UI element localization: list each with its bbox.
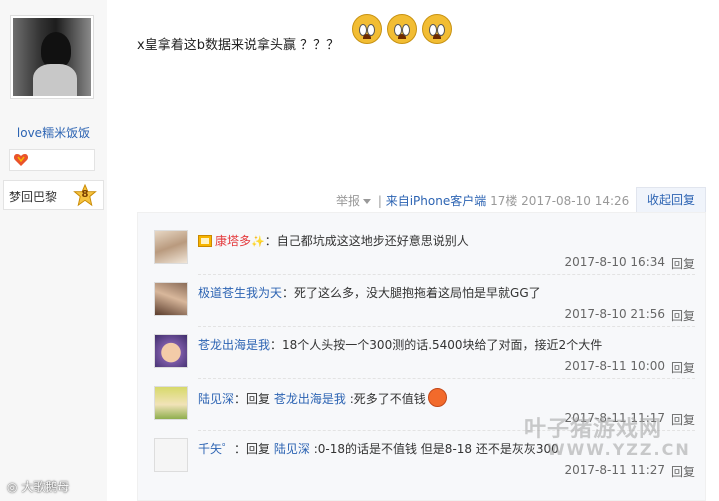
list-item: 苍龙出海是我：18个人头按一个300测的话.5400块给了对面，接近2个大件 2… bbox=[138, 329, 705, 379]
watermark-left: ◎ 大歌鹅母 bbox=[7, 478, 69, 495]
reply-username[interactable]: 康塔多 bbox=[215, 234, 251, 248]
emoji-row bbox=[352, 14, 453, 46]
reply-button[interactable]: 回复 bbox=[671, 359, 695, 376]
post-content: x皇拿着这b数据来说拿头赢 ？？？ bbox=[137, 38, 340, 53]
reply-content: :死多了不值钱 bbox=[349, 392, 426, 406]
reply-button[interactable]: 回复 bbox=[671, 255, 695, 272]
reply-avatar[interactable] bbox=[154, 230, 188, 264]
list-item: 康塔多✨：自己都坑成这这地步还好意思说别人 2017-8-10 16:34 回复 bbox=[138, 225, 705, 275]
heart-medal-icon bbox=[13, 154, 29, 166]
reply-content: 18个人头按一个300测的话.5400块给了对面，接近2个大件 bbox=[282, 338, 603, 352]
crying-face-icon bbox=[386, 14, 417, 44]
reply-time: 2017-8-11 10:00 bbox=[564, 359, 666, 373]
reply-content: 死了这么多，没大腿抱拖着这局怕是早就GG了 bbox=[294, 286, 541, 300]
reply-button[interactable]: 回复 bbox=[671, 307, 695, 324]
reply-text: 苍龙出海是我：18个人头按一个300测的话.5400块给了对面，接近2个大件 bbox=[198, 338, 603, 352]
author-username[interactable]: love糯米饭饭 bbox=[0, 124, 107, 141]
author-avatar[interactable] bbox=[10, 15, 94, 99]
reply-button[interactable]: 回复 bbox=[671, 463, 695, 480]
reply-text: 千矢゜：回复 陆见深 :0-18的话是不值钱 但是8-18 还不是灰灰300 bbox=[198, 442, 559, 456]
divider bbox=[198, 326, 695, 327]
reply-username[interactable]: 苍龙出海是我 bbox=[198, 338, 270, 352]
reply-content: :0-18的话是不值钱 但是8-18 还不是灰灰300 bbox=[313, 442, 559, 456]
collapse-replies-button[interactable]: 收起回复 bbox=[636, 187, 706, 213]
list-item: 极道苍生我为天：死了这么多，没大腿抱拖着这局怕是早就GG了 2017-8-10 … bbox=[138, 277, 705, 327]
reply-avatar[interactable] bbox=[154, 386, 188, 420]
reply-avatar[interactable] bbox=[154, 334, 188, 368]
emoji-icon bbox=[427, 388, 447, 407]
watermark-left-text: 大歌鹅母 bbox=[21, 480, 70, 494]
post-timestamp: 2017-08-10 14:26 bbox=[521, 194, 630, 208]
reply-username[interactable]: 千矢゜ bbox=[198, 442, 234, 456]
reply-button[interactable]: 回复 bbox=[671, 411, 695, 428]
reply-avatar[interactable] bbox=[154, 282, 188, 316]
reply-avatar[interactable] bbox=[154, 438, 188, 472]
reply-time: 2017-8-10 21:56 bbox=[564, 307, 666, 321]
meta-separator: | bbox=[377, 194, 382, 208]
watermark-url: WWW.YZZ.CN bbox=[547, 440, 691, 459]
reply-username[interactable]: 极道苍生我为天 bbox=[198, 286, 282, 300]
reply-text: 康塔多✨：自己都坑成这这地步还好意思说别人 bbox=[198, 232, 469, 249]
reply-content: 自己都坑成这这地步还好意思说别人 bbox=[276, 234, 469, 248]
post-meta-bar: 举报 | 来自iPhone客户端 17楼 2017-08-10 14:26 bbox=[336, 192, 629, 209]
camera-icon: ◎ bbox=[7, 480, 18, 494]
divider bbox=[198, 274, 695, 275]
reply-text: 极道苍生我为天：死了这么多，没大腿抱拖着这局怕是早就GG了 bbox=[198, 286, 541, 300]
divider bbox=[198, 378, 695, 379]
dropdown-arrow-icon[interactable] bbox=[363, 199, 372, 204]
vip-badge-icon bbox=[198, 235, 212, 247]
floor-number: 17楼 bbox=[490, 194, 518, 208]
reply-target-username[interactable]: 陆见深 bbox=[274, 442, 310, 456]
report-link[interactable]: 举报 bbox=[336, 194, 360, 208]
author-column: love糯米饭饭 梦回巴黎 8 ◎ 大歌鹅母 bbox=[0, 0, 107, 501]
watermark-right: 叶子猪游戏网 bbox=[524, 417, 663, 442]
author-medal-box bbox=[9, 149, 95, 171]
badge-label: 梦回巴黎 bbox=[9, 190, 58, 204]
member-badge[interactable]: 梦回巴黎 8 bbox=[3, 180, 104, 210]
client-source[interactable]: 来自iPhone客户端 bbox=[386, 194, 487, 208]
reply-target-username[interactable]: 苍龙出海是我 bbox=[274, 392, 346, 406]
reply-time: 2017-8-11 11:27 bbox=[564, 463, 666, 477]
reply-time: 2017-8-10 16:34 bbox=[564, 255, 666, 269]
reply-username[interactable]: 陆见深 bbox=[198, 392, 234, 406]
crying-face-icon bbox=[352, 14, 382, 44]
reply-text: 陆见深：回复 苍龙出海是我 :死多了不值钱 bbox=[198, 388, 447, 407]
sparkle-icon: ✨ bbox=[251, 235, 265, 248]
level-number: 8 bbox=[81, 189, 89, 200]
crying-face-icon bbox=[421, 14, 452, 44]
